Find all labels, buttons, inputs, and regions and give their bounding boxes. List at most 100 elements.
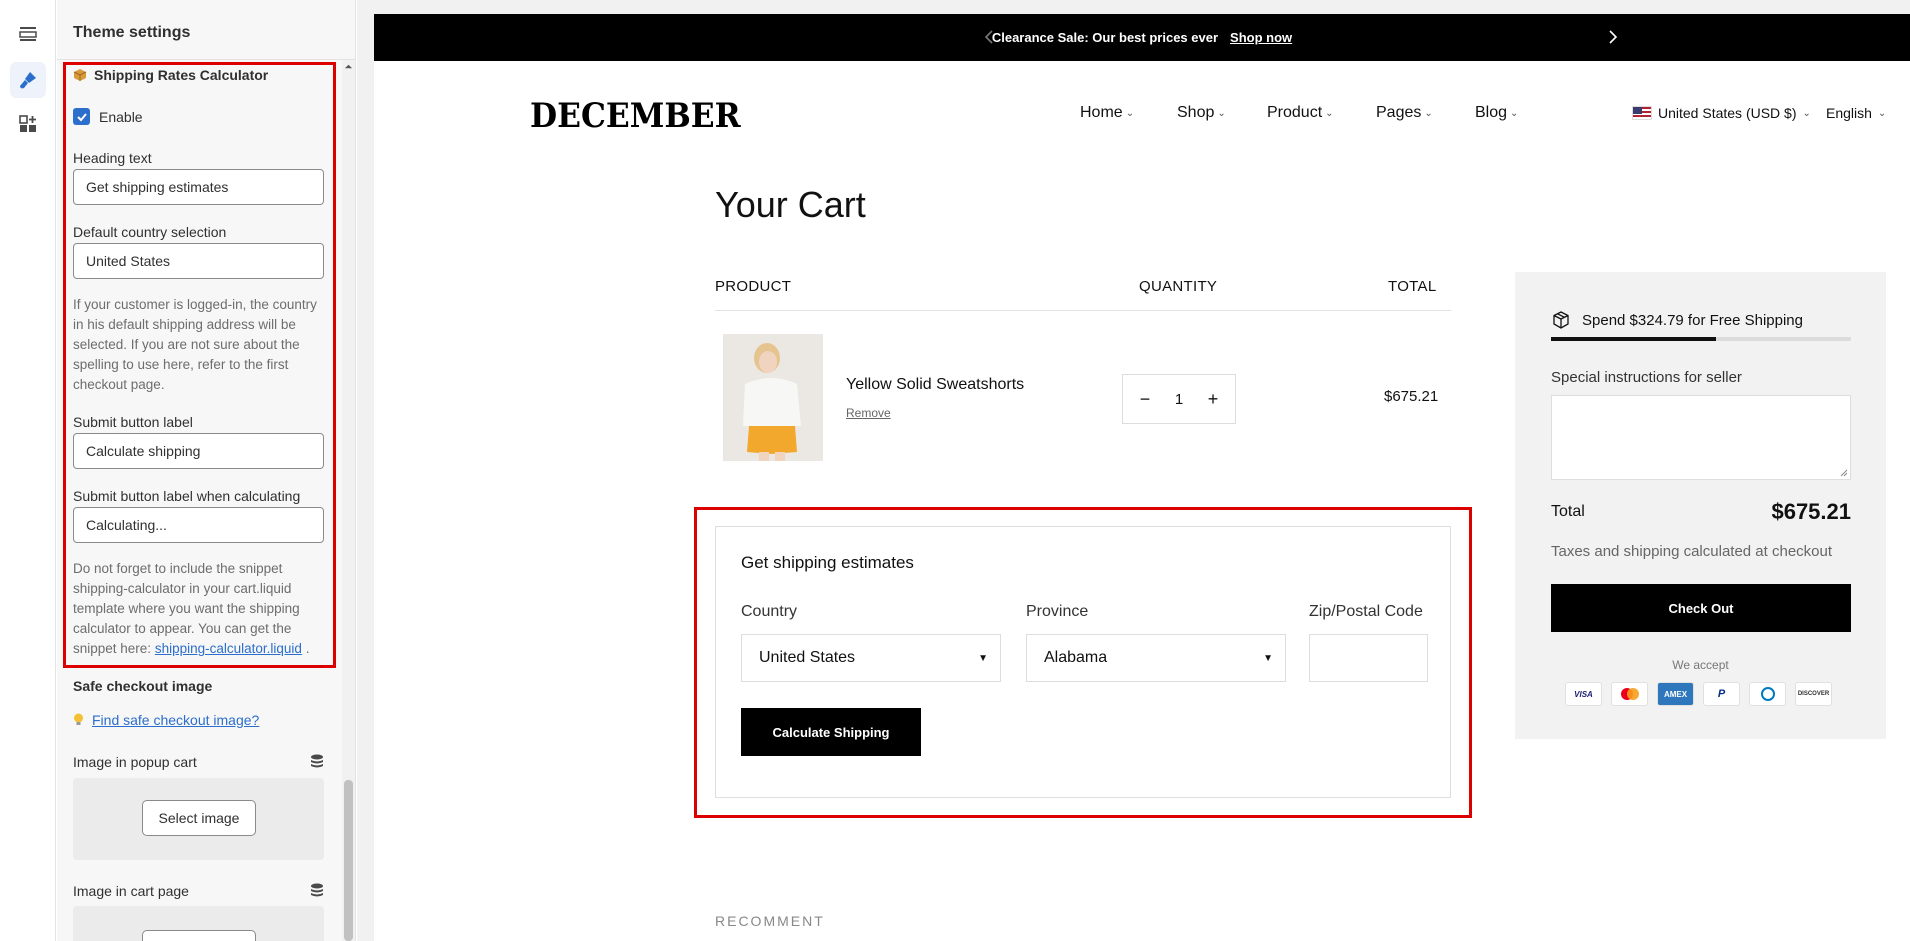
chevron-down-icon: ⌄: [1510, 107, 1519, 119]
announcement-text: Clearance Sale: Our best prices ever: [991, 30, 1219, 45]
app-embeds-button[interactable]: [10, 106, 46, 142]
cart-image-label: Image in cart page: [73, 883, 189, 899]
page-title: Your Cart: [715, 184, 866, 225]
snippet-help-end: .: [305, 641, 310, 656]
chevron-down-icon: ⌄: [1217, 107, 1226, 119]
plus-icon[interactable]: +: [1203, 389, 1223, 410]
select-image-button[interactable]: Select image: [142, 800, 256, 836]
checkout-button[interactable]: Check Out: [1551, 584, 1851, 632]
find-image-row: Find safe checkout image?: [73, 712, 259, 728]
default-country-input[interactable]: United States: [73, 243, 324, 279]
zip-input[interactable]: [1309, 634, 1428, 682]
free-shipping-message: Spend $324.79 for Free Shipping: [1551, 310, 1803, 330]
snippet-link[interactable]: shipping-calculator.liquid: [155, 641, 302, 656]
province-select[interactable]: Alabama ▼: [1026, 634, 1286, 682]
dynamic-source-icon[interactable]: [310, 754, 324, 770]
chevron-left-icon[interactable]: [981, 28, 999, 46]
zip-label: Zip/Postal Code: [1309, 603, 1423, 620]
scroll-up-arrow-icon[interactable]: [344, 62, 353, 71]
package-icon: [1553, 311, 1569, 329]
panel-header: Theme settings: [57, 0, 355, 60]
theme-settings-button[interactable]: [10, 62, 46, 98]
checkmark-icon: [76, 112, 87, 121]
quantity-stepper: − 1 +: [1122, 374, 1236, 424]
chevron-down-icon: ⌄: [1802, 107, 1811, 119]
panel-scroll-thumb[interactable]: [344, 780, 353, 941]
safe-checkout-heading: Safe checkout image: [73, 678, 213, 694]
dynamic-source-icon[interactable]: [310, 883, 324, 899]
default-country-label: Default country selection: [73, 224, 227, 240]
currency-label: United States (USD $): [1658, 105, 1797, 121]
store-logo[interactable]: DECEMBER: [530, 96, 741, 136]
heading-text-input[interactable]: Get shipping estimates: [73, 169, 324, 205]
country-help-text: If your customer is logged-in, the count…: [73, 297, 317, 392]
dropdown-arrow-icon: ▼: [1263, 652, 1273, 664]
country-label: Country: [741, 603, 798, 620]
preview-gutter: [357, 0, 374, 941]
snippet-help-text: Do not forget to include the snippet shi…: [73, 559, 331, 659]
nav-item-shop[interactable]: Shop ⌄: [1177, 104, 1226, 122]
select-image-button[interactable]: Select image: [142, 930, 256, 941]
we-accept-label: We accept: [1672, 658, 1729, 672]
recommend-heading: RECOMMENT: [715, 913, 825, 929]
product-image[interactable]: [723, 334, 823, 461]
mastercard-icon: [1611, 682, 1648, 706]
instructions-textarea[interactable]: [1551, 395, 1851, 480]
nav-item-blog[interactable]: Blog ⌄: [1475, 104, 1518, 122]
payment-icons: VISA AMEX P DISCOVER: [1565, 682, 1832, 706]
language-label: English: [1826, 105, 1872, 121]
enable-row[interactable]: Enable: [73, 108, 143, 125]
chevron-down-icon: ⌄: [1325, 107, 1334, 119]
product-name[interactable]: Yellow Solid Sweatshorts: [846, 376, 1024, 394]
quantity-value[interactable]: 1: [1175, 391, 1183, 408]
sections-button[interactable]: [10, 16, 46, 52]
box-icon: [73, 69, 87, 81]
nav-label: Shop: [1177, 104, 1215, 121]
col-header-quantity: QUANTITY: [1139, 278, 1218, 295]
currency-selector[interactable]: United States (USD $) ⌄: [1632, 105, 1811, 121]
country-select-value: United States: [759, 649, 856, 666]
language-selector[interactable]: English ⌄: [1826, 105, 1886, 121]
total-label: Total: [1551, 503, 1585, 520]
country-select[interactable]: United States ▼: [741, 634, 1001, 682]
paypal-icon: P: [1703, 682, 1740, 706]
enable-label: Enable: [99, 108, 143, 125]
resize-handle-icon[interactable]: [1840, 469, 1848, 477]
nav-label: Home: [1080, 104, 1123, 121]
instructions-label: Special instructions for seller: [1551, 369, 1742, 386]
free-shipping-progress: [1551, 337, 1851, 341]
heading-text-label: Heading text: [73, 150, 152, 166]
chevron-right-icon[interactable]: [1603, 28, 1621, 46]
col-header-total: TOTAL: [1388, 278, 1437, 295]
nav-label: Pages: [1376, 104, 1422, 121]
calculating-label-input[interactable]: Calculating...: [73, 507, 324, 543]
minus-icon[interactable]: −: [1135, 389, 1155, 410]
section-header[interactable]: Shipping Rates Calculator: [73, 67, 268, 83]
editor-icon-rail: [0, 0, 56, 941]
section-title: Shipping Rates Calculator: [94, 67, 269, 83]
line-total: $675.21: [1384, 388, 1439, 405]
header-divider: [715, 310, 1451, 311]
nav-item-product[interactable]: Product ⌄: [1267, 104, 1334, 122]
shipping-title: Get shipping estimates: [741, 553, 914, 572]
progress-fill: [1551, 337, 1716, 341]
remove-link[interactable]: Remove: [846, 406, 891, 420]
calculate-shipping-button[interactable]: Calculate Shipping: [741, 708, 921, 756]
nav-item-home[interactable]: Home ⌄: [1080, 104, 1134, 122]
nav-item-pages[interactable]: Pages ⌄: [1376, 104, 1433, 122]
submit-button-label-label: Submit button label: [73, 414, 193, 430]
discover-icon: DISCOVER: [1795, 682, 1832, 706]
shop-now-link[interactable]: Shop now: [1230, 30, 1292, 45]
dropdown-arrow-icon: ▼: [978, 652, 988, 664]
submit-button-label-input[interactable]: Calculate shipping: [73, 433, 324, 469]
find-image-link[interactable]: Find safe checkout image?: [92, 712, 259, 728]
diners-icon: [1749, 682, 1786, 706]
storefront-preview: Clearance Sale: Our best prices ever Sho…: [374, 14, 1910, 941]
popup-image-row: Image in popup cart: [73, 754, 324, 770]
enable-checkbox[interactable]: [73, 108, 90, 125]
chevron-down-icon: ⌄: [1424, 107, 1433, 119]
shipping-calculator: Get shipping estimates Country Province …: [715, 526, 1451, 798]
cart-summary: Spend $324.79 for Free Shipping Special …: [1515, 272, 1886, 739]
lightbulb-icon: [74, 713, 83, 725]
nav-label: Blog: [1475, 104, 1508, 121]
